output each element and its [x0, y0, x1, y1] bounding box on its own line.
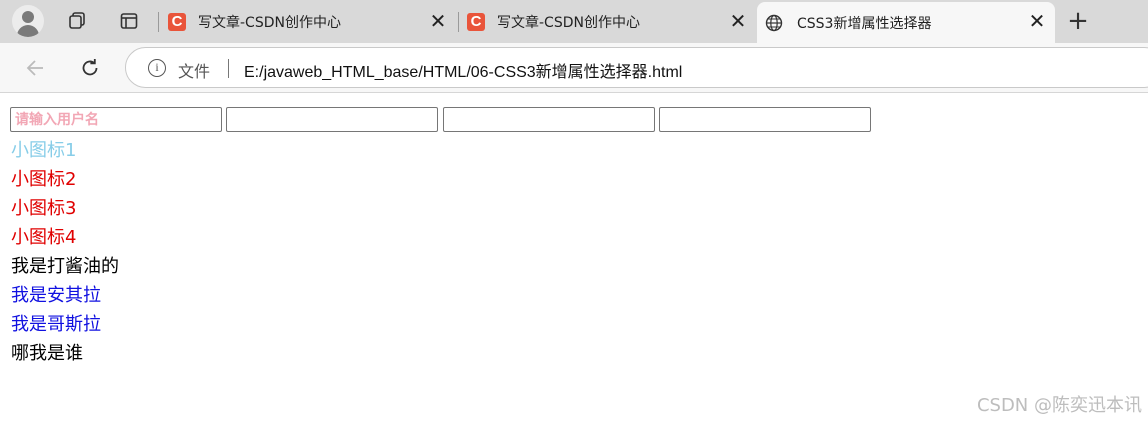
csdn-favicon-icon: C	[168, 12, 186, 31]
profile-avatar-icon[interactable]	[12, 5, 44, 37]
text-input-3[interactable]	[443, 107, 655, 132]
address-divider	[228, 59, 229, 78]
collections-icon[interactable]	[62, 6, 92, 36]
tab-title: 写文章-CSDN创作中心	[497, 14, 640, 31]
url-text[interactable]: E:/javaweb_HTML_base/HTML/06-CSS3新增属性选择器…	[244, 58, 682, 82]
info-icon[interactable]: i	[148, 59, 166, 77]
text-input-2[interactable]	[226, 107, 438, 132]
new-tab-button[interactable]: +	[1064, 8, 1092, 36]
file-protocol-label: 文件	[178, 62, 211, 81]
tab-css3-selectors[interactable]: CSS3新增属性选择器 ✕	[757, 2, 1055, 43]
text-line-angela: 我是安其拉	[11, 285, 101, 306]
tab-csdn-editor-2[interactable]: C 写文章-CSDN创作中心 ✕	[467, 0, 752, 43]
icon-text-4: 小图标4	[11, 227, 77, 248]
text-input-4[interactable]	[659, 107, 871, 132]
text-line-who-am-i: 哪我是谁	[11, 343, 83, 364]
address-bar[interactable]: i 文件 E:/javaweb_HTML_base/HTML/06-CSS3新增…	[125, 47, 1148, 88]
tab-divider	[158, 12, 159, 32]
text-line-godzilla: 我是哥斯拉	[11, 314, 101, 335]
username-input[interactable]	[10, 107, 222, 132]
tab-csdn-editor-1[interactable]: C 写文章-CSDN创作中心 ✕	[168, 0, 453, 43]
icon-text-2: 小图标2	[11, 169, 77, 190]
page-content: 小图标1 小图标2 小图标3 小图标4 我是打酱油的 我是安其拉 我是哥斯拉 哪…	[0, 94, 1148, 423]
close-tab-icon[interactable]: ✕	[1027, 11, 1047, 31]
globe-icon	[765, 14, 783, 32]
csdn-watermark: CSDN @陈奕迅本讯	[976, 395, 1142, 416]
csdn-favicon-icon: C	[467, 12, 485, 31]
close-tab-icon[interactable]: ✕	[428, 11, 448, 31]
tab-title: CSS3新增属性选择器	[797, 15, 932, 32]
close-tab-icon[interactable]: ✕	[728, 11, 748, 31]
tab-actions-icon[interactable]	[114, 6, 144, 36]
icon-text-1: 小图标1	[11, 140, 77, 161]
browser-toolbar: i 文件 E:/javaweb_HTML_base/HTML/06-CSS3新增…	[0, 43, 1148, 93]
tab-strip: C 写文章-CSDN创作中心 ✕ C 写文章-CSDN创作中心 ✕ CSS3新增…	[0, 0, 1148, 43]
icon-text-3: 小图标3	[11, 198, 77, 219]
back-button[interactable]	[20, 53, 50, 83]
tab-title: 写文章-CSDN创作中心	[198, 14, 341, 31]
text-line-soy-sauce: 我是打酱油的	[11, 256, 119, 277]
tab-divider	[458, 12, 459, 32]
refresh-button[interactable]	[75, 53, 105, 83]
